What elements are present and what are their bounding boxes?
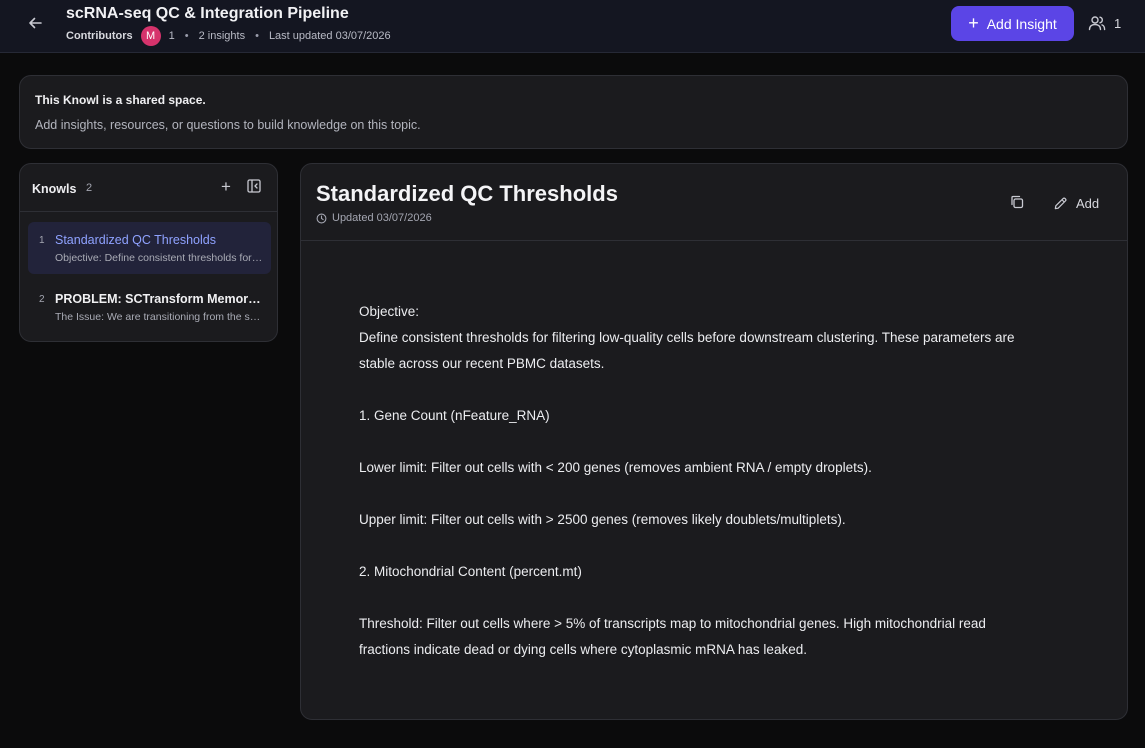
sidebar-count: 2 bbox=[86, 182, 93, 194]
body-line: fractions indicate dead or dying cells w… bbox=[359, 642, 807, 657]
add-knowl-button[interactable]: + bbox=[218, 178, 234, 196]
body-line: Define consistent thresholds for filteri… bbox=[359, 330, 1015, 345]
shared-space-banner: This Knowl is a shared space. Add insigh… bbox=[19, 75, 1128, 149]
plus-icon: + bbox=[221, 177, 231, 196]
top-bar: scRNA-seq QC & Integration Pipeline Cont… bbox=[0, 0, 1145, 53]
body-line: 1. Gene Count (nFeature_RNA) bbox=[359, 408, 550, 423]
copy-button[interactable] bbox=[1009, 194, 1027, 212]
body-line bbox=[359, 481, 1079, 507]
body-line bbox=[359, 377, 1079, 403]
list-item-number: 1 bbox=[39, 235, 45, 246]
body-line: 2. Mitochondrial Content (percent.mt) bbox=[359, 564, 582, 579]
list-item-number: 2 bbox=[39, 294, 45, 305]
members-count: 1 bbox=[1114, 15, 1122, 31]
clock-icon bbox=[316, 213, 327, 223]
body-line bbox=[359, 533, 1079, 559]
sidebar-header: Knowls 2 + bbox=[20, 164, 277, 212]
body-line: Upper limit: Filter out cells with > 250… bbox=[359, 512, 846, 527]
body-line: Threshold: Filter out cells where > 5% o… bbox=[359, 616, 986, 631]
separator-dot: • bbox=[255, 30, 259, 42]
sidebar-title: Knowls bbox=[32, 182, 77, 196]
list-item-title: Standardized QC Thresholds bbox=[55, 233, 216, 247]
page-meta: Contributors M 1 • 2 insights • Last upd… bbox=[66, 26, 391, 46]
back-button[interactable] bbox=[24, 12, 46, 34]
document-panel: Standardized QC Thresholds Updated 03/07… bbox=[300, 163, 1128, 720]
sidebar-item-standardized-qc-thresholds[interactable]: 1 Standardized QC Thresholds Objective: … bbox=[28, 222, 271, 274]
back-arrow-icon bbox=[29, 17, 42, 29]
add-insight-label: Add Insight bbox=[986, 15, 1057, 32]
users-icon bbox=[1088, 16, 1106, 31]
knowls-sidebar: Knowls 2 + 1 Standardized QC Thresholds … bbox=[19, 163, 278, 342]
contributors-label: Contributors bbox=[66, 30, 133, 42]
collapse-sidebar-button[interactable] bbox=[247, 179, 263, 195]
insights-count: 2 insights bbox=[198, 30, 246, 42]
document-updated: Updated 03/07/2026 bbox=[316, 212, 432, 224]
body-line: Objective: bbox=[359, 304, 420, 319]
add-insight-button[interactable]: + Add Insight bbox=[951, 6, 1074, 41]
copy-icon bbox=[1011, 195, 1024, 209]
banner-text: Add insights, resources, or questions to… bbox=[35, 118, 421, 132]
separator-dot: • bbox=[184, 30, 189, 42]
plus-icon: + bbox=[968, 12, 979, 33]
body-line bbox=[359, 585, 1079, 611]
document-title: Standardized QC Thresholds bbox=[316, 181, 618, 206]
add-button[interactable]: Add bbox=[1053, 193, 1099, 213]
sidebar-item-sctransform-memory[interactable]: 2 PROBLEM: SCTransform Memory Overflow T… bbox=[28, 281, 271, 333]
pencil-icon bbox=[1054, 197, 1067, 209]
add-label: Add bbox=[1076, 195, 1100, 211]
avatar[interactable]: M bbox=[140, 26, 161, 46]
body-line: Lower limit: Filter out cells with < 200… bbox=[359, 460, 872, 475]
updated-label: Updated 03/07/2026 bbox=[332, 212, 432, 224]
last-updated: Last updated 03/07/2026 bbox=[268, 30, 391, 42]
document-body: Objective: Define consistent thresholds … bbox=[359, 299, 1079, 663]
page-title: scRNA-seq QC & Integration Pipeline bbox=[66, 5, 349, 22]
document-header: Standardized QC Thresholds Updated 03/07… bbox=[301, 164, 1127, 241]
collapse-sidebar-icon bbox=[247, 179, 261, 193]
list-item-snippet: The Issue: We are transitioning from the… bbox=[55, 311, 263, 323]
body-line bbox=[359, 429, 1079, 455]
banner-heading: This Knowl is a shared space. bbox=[35, 93, 206, 107]
body-line: stable across our recent PBMC datasets. bbox=[359, 356, 605, 371]
contributors-count: 1 bbox=[168, 30, 175, 42]
list-item-title: PROBLEM: SCTransform Memory Overflow bbox=[55, 292, 263, 306]
members-button[interactable]: 1 bbox=[1088, 13, 1121, 33]
list-item-snippet: Objective: Define consistent thresholds … bbox=[55, 252, 263, 264]
